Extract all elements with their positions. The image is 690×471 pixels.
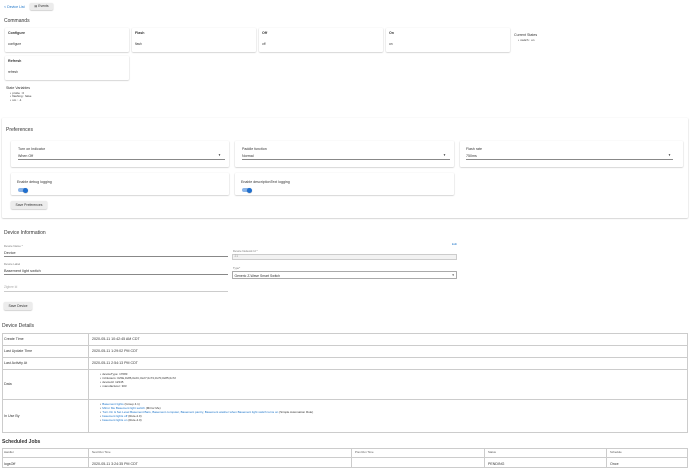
state-variable-item: sm : -1 — [10, 98, 31, 103]
current-states-title: Current States — [514, 33, 538, 37]
in-use-by-note: (Rule-4.0) — [127, 417, 142, 422]
command-on-card[interactable]: On on — [386, 28, 510, 52]
edit-network-id-link[interactable]: Edit — [452, 242, 457, 246]
command-flash-sub: flash — [135, 42, 142, 46]
pref-flash-rate-value: 750ms — [466, 153, 477, 158]
state-variables-list: probe : 0 flashing : false sm : -1 — [10, 91, 31, 104]
job-next-run: 2020-05-11 3:24:35 PM CDT — [92, 462, 138, 466]
last-activity-value: 2020-05-11 2:54:13 PM CDT — [92, 361, 138, 365]
device-network-id-input[interactable]: 21 — [232, 253, 457, 260]
in-use-by-link[interactable]: basement lights on — [102, 418, 127, 422]
current-state-item: switch : on — [518, 38, 534, 43]
command-flash-label: Flash — [135, 31, 145, 35]
jobs-header-handler: Handler — [4, 450, 14, 454]
command-configure-card[interactable]: Configure configure — [5, 28, 129, 52]
events-button-label: Events — [38, 4, 49, 9]
events-button[interactable]: ▤ Events — [30, 3, 53, 10]
device-data-item: manufacturer: 303 — [100, 384, 176, 389]
in-use-by-item: basement lights on (Rule-4.0) — [100, 417, 313, 423]
jobs-header-schedule: Schedule — [610, 450, 622, 454]
state-variables-title: State Variables — [6, 86, 31, 90]
command-flash-card[interactable]: Flash flash — [132, 28, 256, 52]
in-use-by-note: (Simple Automation Rule) — [278, 409, 314, 414]
pref-turn-on-indicator-value: When Off — [18, 153, 34, 158]
description-logging-toggle[interactable] — [242, 187, 252, 193]
device-information-title: Device Information — [4, 230, 46, 236]
device-label-label: Device Label — [4, 262, 21, 266]
command-off-label: Off — [262, 31, 268, 35]
pref-debug-logging-label: Enable debug logging — [17, 179, 52, 184]
device-type-value: Generic Z-Wave Smart Switch — [234, 273, 280, 278]
preferences-panel — [2, 118, 688, 218]
device-network-id-value: 21 — [234, 254, 239, 259]
in-use-by-label: In Use By — [4, 414, 20, 418]
jobs-header-next-run: Next Run Time — [92, 450, 111, 454]
command-refresh-card[interactable]: Refresh refresh — [5, 56, 129, 80]
pref-turn-on-indicator[interactable]: Turn on Indicator When Off ▼ — [11, 141, 229, 167]
jobs-header-prev-run: Prev Run Time — [355, 450, 374, 454]
job-handler: logsOff — [4, 462, 16, 466]
pref-enable-debug-logging: Enable debug logging — [11, 173, 229, 195]
pref-description-logging-label: Enable descriptionText logging — [241, 179, 290, 184]
command-configure-label: Configure — [8, 31, 25, 35]
preferences-title: Preferences — [6, 127, 33, 133]
data-label: Data — [4, 382, 12, 386]
pref-flash-rate-label: Flash rate — [466, 147, 482, 151]
command-configure-sub: configure — [8, 42, 22, 46]
dropdown-caret-icon: ▼ — [443, 152, 446, 157]
back-to-device-list-link[interactable]: < Device List — [4, 5, 25, 9]
pref-flash-rate[interactable]: Flash rate 750ms ▼ — [460, 141, 683, 167]
create-time-label: Create Time — [4, 337, 24, 341]
save-device-button[interactable]: Save Device — [4, 302, 32, 310]
calendar-icon: ▤ — [34, 3, 38, 8]
pref-paddle-function-value: Normal — [242, 153, 254, 158]
command-off-sub: off — [262, 42, 266, 46]
job-schedule: Once — [610, 462, 619, 466]
command-refresh-sub: refresh — [8, 70, 18, 74]
jobs-header-status: Status — [488, 450, 496, 454]
device-type-label: Type* — [233, 266, 241, 270]
pref-turn-on-indicator-label: Turn on Indicator — [18, 147, 46, 151]
create-time-value: 2020-05-11 10:42:45 AM CDT — [92, 337, 140, 341]
device-name-input[interactable]: Device — [4, 251, 16, 256]
commands-title: Commands — [4, 17, 30, 24]
last-update-time-label: Last Update Time — [4, 349, 33, 353]
scheduled-jobs-title: Scheduled Jobs — [2, 439, 41, 445]
in-use-by-list: Basement lights (Group 4.1) Mirror Me Ba… — [100, 402, 314, 423]
command-off-card[interactable]: Off off — [259, 28, 383, 52]
command-on-label: On — [389, 31, 394, 35]
last-activity-label: Last Activity At — [4, 361, 28, 365]
dropdown-caret-icon: ▼ — [668, 152, 671, 157]
command-on-sub: on — [389, 42, 393, 46]
last-update-time-value: 2020-05-11 1:29:02 PM CDT — [92, 349, 138, 353]
device-data-list: deviceType: 17683 inClusters: 0x5E,0x86,… — [100, 372, 176, 389]
zigbee-id-input[interactable]: Zigbee Id — [4, 285, 17, 290]
save-preferences-button[interactable]: Save Preferences — [11, 201, 47, 209]
pref-paddle-function-label: Paddle function — [242, 147, 267, 151]
device-network-id-label: Device Network Id * — [233, 248, 258, 253]
pref-paddle-function[interactable]: Paddle function Normal ▼ — [235, 141, 454, 167]
current-states-list: switch : on — [518, 38, 534, 43]
debug-logging-toggle[interactable] — [18, 187, 28, 193]
dropdown-caret-icon: ▼ — [218, 152, 221, 157]
job-status: PENDING — [488, 462, 505, 466]
dropdown-caret-icon: ▼ — [451, 273, 455, 277]
device-label-input[interactable]: Basement light switch — [4, 269, 41, 274]
device-details-title: Device Details — [2, 323, 34, 329]
device-type-select[interactable]: Generic Z-Wave Smart Switch ▼ — [232, 271, 457, 279]
device-name-label: Device Name * — [4, 244, 23, 248]
command-refresh-label: Refresh — [8, 59, 22, 63]
pref-enable-description-logging: Enable descriptionText logging — [235, 173, 454, 195]
